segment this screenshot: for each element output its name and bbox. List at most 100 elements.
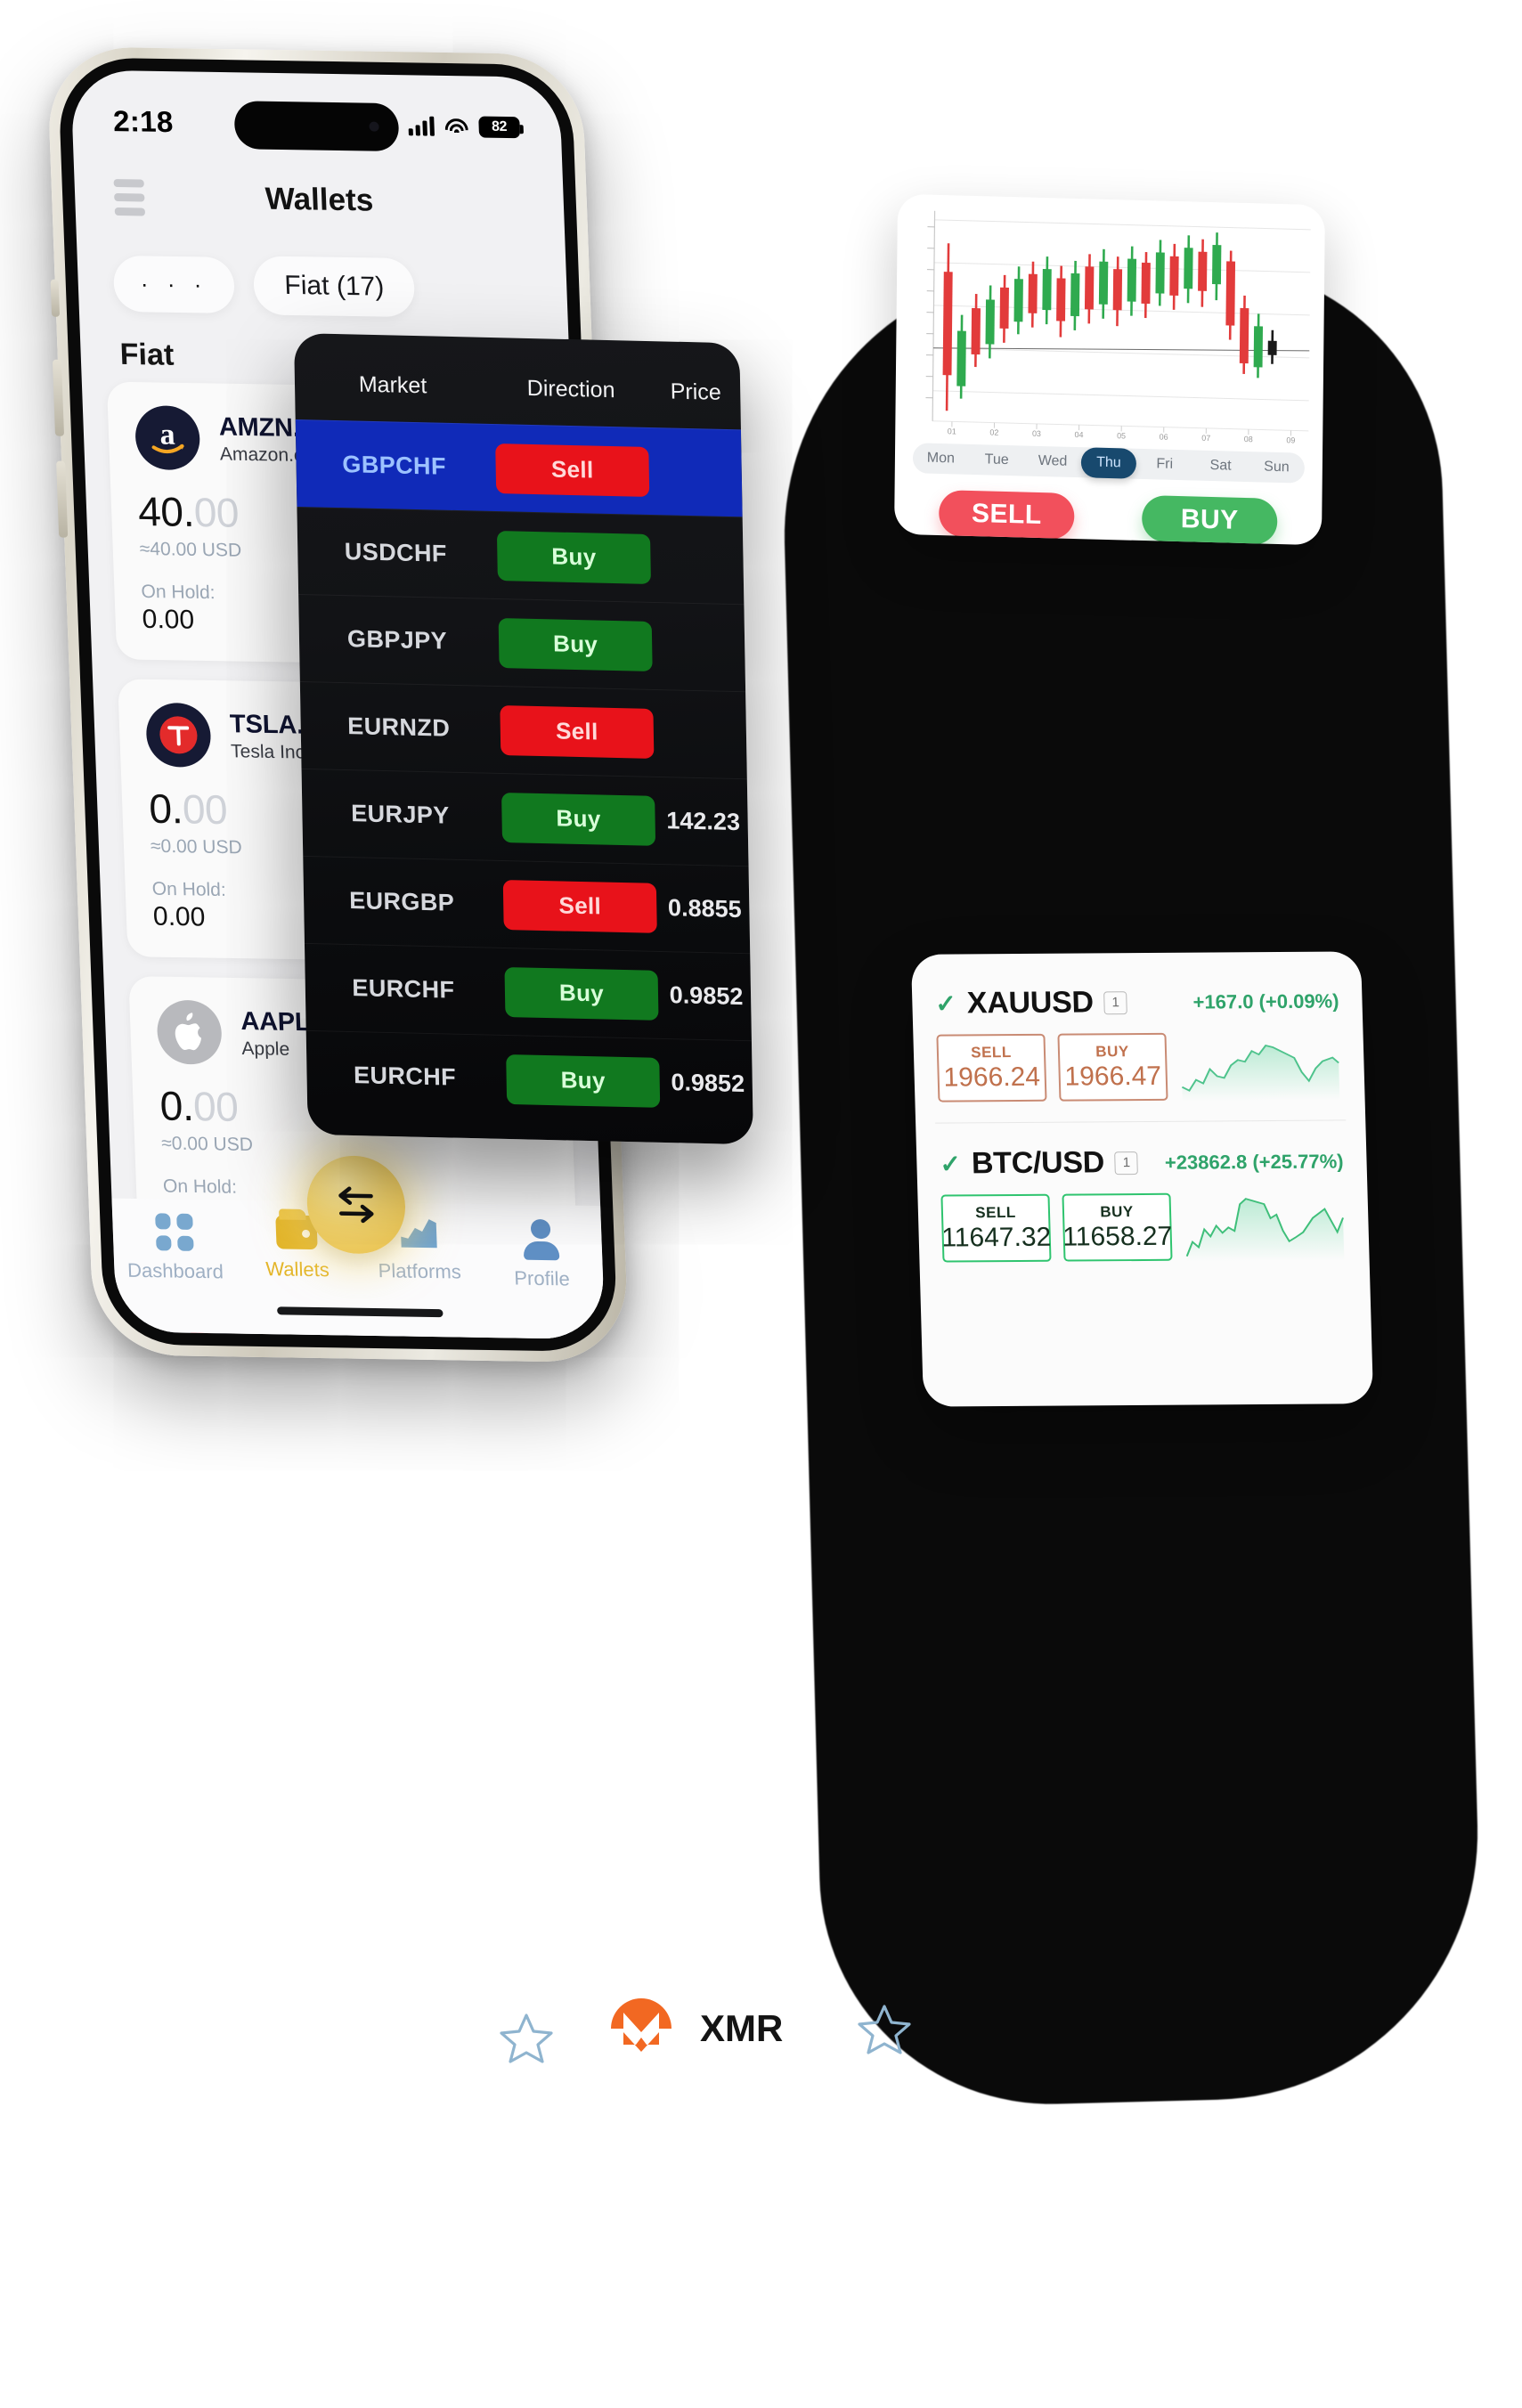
sell-quote-box[interactable]: SELL 11647.32	[940, 1193, 1052, 1263]
market-direction[interactable]: Sell	[492, 443, 653, 497]
chip-fiat[interactable]: Fiat (17)	[253, 256, 416, 318]
cellular-signal-icon	[408, 116, 435, 136]
watchlist-quote-row: SELL 11647.32 BUY 11658.27	[940, 1191, 1346, 1263]
day-sun[interactable]: Sun	[1249, 459, 1305, 476]
watchlist-row-xauusd[interactable]: ✓ XAUUSD 1 +167.0 (+0.09%) SELL 1966.24 …	[932, 974, 1347, 1122]
wallet-amount-int: 0.	[148, 785, 183, 833]
table-row[interactable]: EURJPY Buy 142.23	[301, 768, 749, 866]
watchlist-row-header: ✓ BTC/USD 1 +23862.8 (+25.77%)	[940, 1143, 1344, 1181]
buy-button[interactable]: BUY	[1141, 494, 1278, 545]
market-symbol: EURNZD	[346, 712, 451, 742]
watchlist-symbol: XAUUSD	[966, 985, 1095, 1021]
column-header-price: Price	[670, 378, 721, 405]
watchlist-quote-row: SELL 1966.24 BUY 1966.47	[936, 1030, 1341, 1102]
sell-price: 1966.24	[943, 1062, 1041, 1093]
buy-label: BUY	[1095, 1042, 1129, 1060]
market-price: 142.23	[666, 807, 741, 836]
page-title: Wallets	[265, 181, 374, 218]
wallet-amount-dec: 00	[192, 488, 240, 536]
day-thu[interactable]: Thu	[1080, 447, 1137, 479]
buy-button[interactable]: Buy	[506, 1054, 661, 1108]
market-direction[interactable]: Buy	[493, 530, 655, 584]
market-direction[interactable]: Buy	[495, 617, 656, 671]
buy-button[interactable]: Buy	[498, 617, 653, 671]
day-fri[interactable]: Fri	[1136, 456, 1192, 474]
home-indicator	[277, 1306, 444, 1318]
market-price	[655, 647, 745, 648]
svg-text:a: a	[159, 418, 175, 451]
tab-label: Dashboard	[126, 1258, 224, 1283]
day-sat[interactable]: Sat	[1192, 457, 1249, 475]
sell-quote-box[interactable]: SELL 1966.24	[936, 1033, 1047, 1102]
tesla-logo	[145, 702, 212, 768]
star-outline-icon-right[interactable]	[857, 2002, 912, 2062]
table-row[interactable]: EURGBP Sell 0.8855	[303, 855, 751, 954]
day-selector: Mon Tue Wed Thu Fri Sat Sun	[912, 443, 1306, 484]
battery-level-text: 82	[491, 118, 508, 135]
tab-label: Wallets	[265, 1257, 330, 1281]
day-tue[interactable]: Tue	[969, 452, 1025, 469]
sell-button[interactable]: SELL	[939, 490, 1075, 540]
xmr-label: XMR	[700, 2007, 784, 2049]
buy-price: 11658.27	[1062, 1221, 1173, 1252]
svg-text:03: 03	[1032, 429, 1041, 438]
market-table-header: Market Direction Price	[294, 333, 741, 429]
market-direction[interactable]: Buy	[501, 966, 662, 1021]
wallet-amount-int: 40.	[137, 487, 195, 535]
svg-text:06: 06	[1160, 432, 1168, 441]
tab-profile[interactable]: Profile	[479, 1218, 604, 1291]
sell-button[interactable]: Sell	[500, 704, 655, 759]
buy-button[interactable]: Buy	[504, 966, 659, 1021]
market-direction[interactable]: Sell	[500, 879, 661, 933]
svg-text:02: 02	[989, 427, 998, 436]
market-price	[657, 734, 746, 736]
column-header-market: Market	[358, 371, 427, 399]
status-bar-indicators: 82	[408, 115, 521, 139]
table-row[interactable]: EURNZD Sell	[299, 680, 747, 779]
battery-icon: 82	[478, 116, 521, 139]
table-row[interactable]: GBPCHF Sell	[295, 419, 743, 517]
star-outline-icon-left[interactable]	[499, 2011, 554, 2070]
table-row[interactable]: EURCHF Buy 0.9852	[305, 1029, 753, 1128]
market-direction[interactable]: Buy	[502, 1054, 663, 1108]
mute-switch[interactable]	[50, 279, 61, 317]
wallet-amount-int: 0.	[159, 1082, 195, 1130]
chip-more[interactable]: · · ·	[112, 255, 236, 313]
tab-dashboard[interactable]: Dashboard	[112, 1213, 237, 1284]
status-bar-time: 2:18	[112, 104, 175, 139]
watchlist-card: ✓ XAUUSD 1 +167.0 (+0.09%) SELL 1966.24 …	[910, 951, 1374, 1407]
market-price: 0.9852	[669, 981, 744, 1011]
swap-arrows-icon	[338, 1186, 374, 1224]
watchlist-symbol: BTC/USD	[971, 1145, 1105, 1181]
wifi-icon	[444, 118, 468, 134]
svg-text:01: 01	[948, 427, 956, 435]
market-symbol: EURGBP	[348, 887, 455, 916]
table-row[interactable]: EURCHF Buy 0.9852	[304, 942, 752, 1041]
market-price: 0.8855	[667, 894, 742, 923]
buy-button[interactable]: Buy	[496, 530, 651, 584]
svg-text:07: 07	[1201, 434, 1210, 443]
watchlist-row-btcusd[interactable]: ✓ BTC/USD 1 +23862.8 (+25.77%) SELL 1164…	[935, 1119, 1351, 1283]
market-direction[interactable]: Sell	[496, 704, 657, 759]
market-price	[654, 559, 743, 561]
buy-quote-box[interactable]: BUY 11658.27	[1062, 1192, 1173, 1262]
sell-button[interactable]: Sell	[502, 879, 657, 933]
market-symbol: GBPCHF	[342, 451, 447, 480]
market-symbol: GBPJPY	[346, 625, 448, 655]
market-direction[interactable]: Buy	[498, 792, 659, 846]
buy-button[interactable]: Buy	[501, 792, 656, 846]
lot-size-badge: 1	[1114, 1151, 1139, 1175]
column-header-direction: Direction	[526, 375, 615, 403]
grid-icon	[154, 1213, 194, 1251]
day-mon[interactable]: Mon	[913, 450, 969, 468]
day-wed[interactable]: Wed	[1025, 453, 1081, 471]
dynamic-island	[233, 101, 400, 152]
sell-button[interactable]: Sell	[495, 443, 650, 497]
table-row[interactable]: GBPJPY Buy	[298, 593, 746, 692]
amazon-logo: a	[134, 405, 201, 471]
candlestick-chart: 01 02 03 04 05 06 07 08 09	[925, 210, 1311, 444]
market-price: 0.9852	[671, 1069, 745, 1098]
person-icon	[522, 1219, 559, 1259]
buy-quote-box[interactable]: BUY 1966.47	[1057, 1032, 1168, 1102]
table-row[interactable]: USDCHF Buy	[297, 506, 745, 605]
